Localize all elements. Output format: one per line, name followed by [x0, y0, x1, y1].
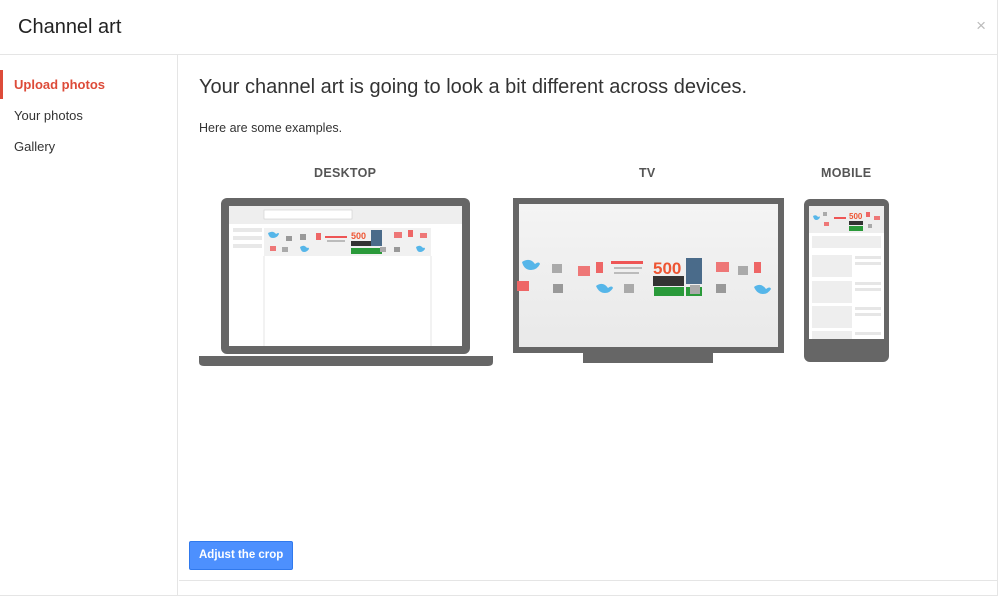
mobile-preview-image: 500 — [804, 199, 889, 362]
channel-art-dialog: Channel art × Upload photos Your photos … — [0, 0, 998, 596]
mobile-art-number: 500 — [849, 212, 863, 221]
desktop-art-number: 500 — [351, 231, 366, 241]
footer-divider — [179, 580, 998, 581]
tv-art-number: 500 — [653, 259, 681, 278]
desktop-preview-image: 500 — [199, 198, 493, 366]
adjust-crop-button[interactable]: Adjust the crop — [189, 541, 294, 570]
tv-preview-image: 500 — [513, 198, 784, 363]
device-previews: 500 500 500 — [199, 198, 889, 366]
